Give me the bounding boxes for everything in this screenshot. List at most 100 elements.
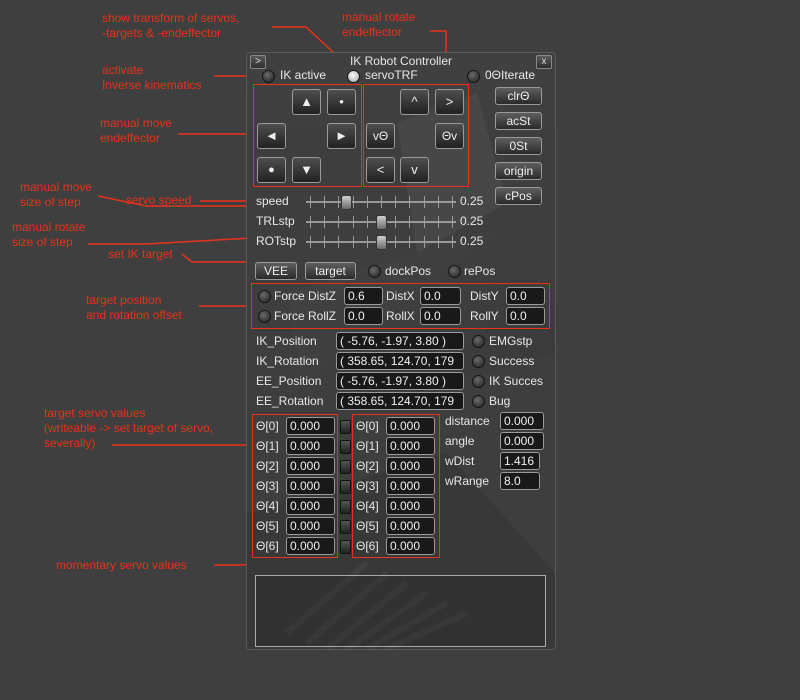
- slider-tick: [338, 216, 339, 228]
- target-servo-4-label: Θ[4]: [256, 499, 279, 513]
- wrange-label: wRange: [445, 474, 490, 488]
- annotation-line: size of step: [20, 195, 81, 209]
- target-servo-3-label: Θ[3]: [256, 479, 279, 493]
- rotate-yaw-left-button[interactable]: <: [366, 157, 395, 183]
- distance-field: 0.000: [500, 412, 544, 430]
- bug-label: Bug: [489, 394, 511, 408]
- rolly-label: RollY: [470, 309, 499, 323]
- slider-tick: [367, 236, 368, 248]
- slider-tick: [424, 216, 425, 228]
- target-servo-6-field[interactable]: 0.000: [286, 537, 335, 555]
- dock-pos-toggle[interactable]: [368, 265, 381, 278]
- slider-tick: [381, 196, 382, 208]
- momentary-servo-3-label: Θ[3]: [356, 479, 379, 493]
- acst-button[interactable]: acSt: [495, 112, 542, 130]
- origin-button[interactable]: origin: [495, 162, 542, 180]
- zero-iterate-toggle[interactable]: [467, 70, 480, 83]
- ik-active-label: IK active: [280, 68, 327, 82]
- rolly-field[interactable]: 0.0: [506, 307, 545, 325]
- slider-tick: [310, 196, 311, 208]
- target-servo-0-label: Θ[0]: [256, 419, 279, 433]
- ik-active-toggle[interactable]: [262, 70, 275, 83]
- momentary-servo-1-label: Θ[1]: [356, 439, 379, 453]
- speed-label: speed: [256, 194, 289, 208]
- momentary-servo-5-field: 0.000: [386, 517, 435, 535]
- slider-thumb[interactable]: [376, 235, 387, 250]
- momentary-servo-1-field: 0.000: [386, 437, 435, 455]
- annotation-line: manual move: [100, 116, 173, 130]
- move-forward-button[interactable]: •: [327, 89, 356, 115]
- slider-tick: [395, 196, 396, 208]
- servo-1-step-button[interactable]: [340, 440, 351, 454]
- slider-tick: [338, 196, 339, 208]
- clear-theta-button[interactable]: clrΘ: [495, 87, 542, 105]
- target-servo-1-field[interactable]: 0.000: [286, 437, 335, 455]
- slider-tick: [324, 196, 325, 208]
- wrange-field[interactable]: 8.0: [500, 472, 540, 490]
- disty-field[interactable]: 0.0: [506, 287, 545, 305]
- ee-position-label: EE_Position: [256, 374, 322, 388]
- servo-2-step-button[interactable]: [340, 460, 351, 474]
- move-down-button[interactable]: ▼: [292, 157, 321, 183]
- force-distz-field[interactable]: 0.6: [344, 287, 383, 305]
- distx-label: DistX: [386, 289, 415, 303]
- window-title: IK Robot Controller: [349, 54, 453, 68]
- slider-tick: [353, 216, 354, 228]
- annotation-target-offset: target position and rotation offset: [86, 293, 182, 323]
- servo-3-step-button[interactable]: [340, 480, 351, 494]
- rollx-field[interactable]: 0.0: [420, 307, 461, 325]
- zero-st-button[interactable]: 0St: [495, 137, 542, 155]
- slider-tick: [395, 236, 396, 248]
- move-right-button[interactable]: ►: [327, 123, 356, 149]
- move-back-button[interactable]: ●: [257, 157, 286, 183]
- slider-tick: [424, 196, 425, 208]
- rotate-yaw-right-button[interactable]: >: [435, 89, 464, 115]
- wdist-field[interactable]: 1.416: [500, 452, 540, 470]
- force-rollz-toggle[interactable]: [258, 310, 271, 323]
- rotstp-value: 0.25: [460, 234, 484, 248]
- dock-pos-label: dockPos: [385, 264, 432, 278]
- force-rollz-field[interactable]: 0.0: [344, 307, 383, 325]
- momentary-servo-4-field: 0.000: [386, 497, 435, 515]
- rotate-roll-right-button[interactable]: Θv: [435, 123, 464, 149]
- trlstp-slider[interactable]: [306, 214, 456, 230]
- rotate-pitch-down-button[interactable]: v: [400, 157, 429, 183]
- target-servo-3-field[interactable]: 0.000: [286, 477, 335, 495]
- angle-field: 0.000: [500, 432, 544, 450]
- annotation-line: manual rotate: [342, 10, 416, 24]
- set-target-button[interactable]: target: [305, 262, 356, 280]
- zero-iterate-label: 0ΘIterate: [485, 68, 536, 82]
- servo-5-step-button[interactable]: [340, 520, 351, 534]
- annotation-servo-speed: servo speed: [126, 193, 192, 207]
- close-button[interactable]: x: [536, 55, 552, 69]
- move-left-button[interactable]: ◄: [257, 123, 286, 149]
- rotate-pitch-up-button[interactable]: ^: [400, 89, 429, 115]
- rotate-roll-left-button[interactable]: vΘ: [366, 123, 395, 149]
- servo-6-step-button[interactable]: [340, 540, 351, 554]
- speed-slider[interactable]: [306, 194, 456, 210]
- momentary-servo-4-label: Θ[4]: [356, 499, 379, 513]
- target-servo-4-field[interactable]: 0.000: [286, 497, 335, 515]
- slider-thumb[interactable]: [341, 195, 352, 210]
- target-servo-5-field[interactable]: 0.000: [286, 517, 335, 535]
- servo-4-step-button[interactable]: [340, 500, 351, 514]
- wdist-label: wDist: [445, 454, 475, 468]
- slider-tick: [338, 236, 339, 248]
- target-servo-0-field[interactable]: 0.000: [286, 417, 335, 435]
- re-pos-toggle[interactable]: [448, 265, 461, 278]
- force-distz-toggle[interactable]: [258, 290, 271, 303]
- cpos-button[interactable]: cPos: [495, 187, 542, 205]
- annotation-momentary-servo-values: momentary servo values: [56, 558, 187, 572]
- angle-label: angle: [445, 434, 475, 448]
- servo-0-step-button[interactable]: [340, 420, 351, 434]
- slider-thumb[interactable]: [376, 215, 387, 230]
- target-servo-2-field[interactable]: 0.000: [286, 457, 335, 475]
- slider-tick: [395, 216, 396, 228]
- vee-button[interactable]: VEE: [255, 262, 297, 280]
- rotstp-slider[interactable]: [306, 234, 456, 250]
- momentary-servo-0-label: Θ[0]: [356, 419, 379, 433]
- move-up-button[interactable]: ▲: [292, 89, 321, 115]
- distx-field[interactable]: 0.0: [420, 287, 461, 305]
- servo-trf-toggle[interactable]: [347, 70, 360, 83]
- slider-tick: [452, 236, 453, 248]
